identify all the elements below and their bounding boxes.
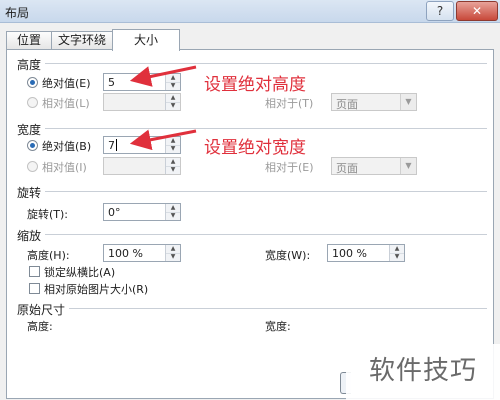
watermark: 软件技巧 xyxy=(346,344,500,400)
arrow-icon xyxy=(129,129,197,151)
annotation-set-height: 设置绝对高度 xyxy=(204,75,306,95)
annotation-set-width: 设置绝对宽度 xyxy=(204,138,306,158)
arrow-icon xyxy=(129,65,197,87)
tab-size[interactable]: 大小 xyxy=(112,29,180,51)
annotation-arrows xyxy=(129,65,197,151)
